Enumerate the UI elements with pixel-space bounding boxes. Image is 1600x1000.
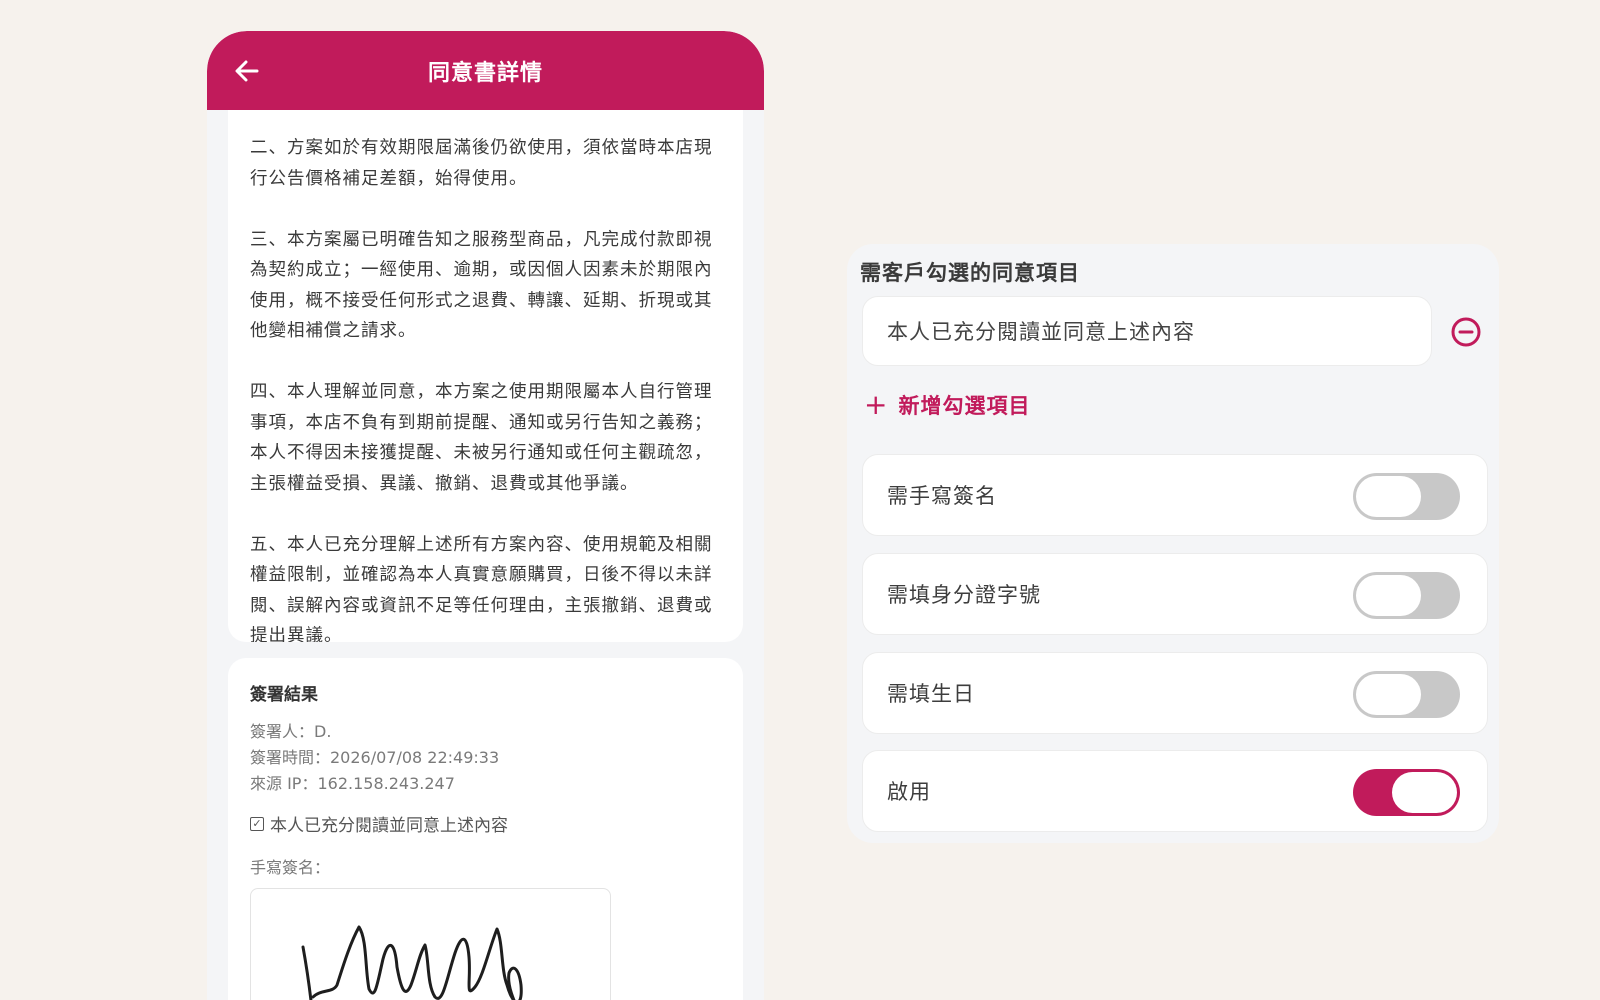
require-birthday-switch[interactable] — [1353, 671, 1460, 718]
terms-paragraph: 二、方案如於有效期限屆滿後仍欲使用，須依當時本店現行公告價格補足差額，始得使用。 — [250, 138, 713, 189]
terms-paragraph: 五、本人已充分理解上述所有方案內容、使用規範及相關權益限制，並確認為本人真實意願… — [250, 534, 713, 643]
require-id-number-switch[interactable] — [1353, 572, 1460, 619]
switch-knob — [1356, 575, 1421, 616]
switch-knob — [1392, 772, 1457, 813]
toggle-row-signature: 需手寫簽名 — [862, 454, 1488, 536]
terms-text: 二、方案如於有效期限屆滿後仍欲使用，須依當時本店現行公告價格補足差額，始得使用。… — [250, 133, 721, 642]
require-signature-switch[interactable] — [1353, 473, 1460, 520]
back-button[interactable] — [229, 53, 265, 89]
signature-label: 手寫簽名： — [250, 858, 331, 877]
toggle-label: 啟用 — [887, 780, 931, 804]
consent-settings-panel: 需客戶勾選的同意項目 本人已充分閱讀並同意上述內容 + 新增勾選項目 需手寫簽名… — [847, 244, 1499, 843]
result-title: 簽署結果 — [250, 685, 318, 705]
handwritten-signature — [301, 925, 523, 1000]
enabled-switch[interactable] — [1353, 769, 1460, 816]
switch-knob — [1356, 476, 1421, 517]
signing-time: 簽署時間：2026/07/08 22:49:33 — [250, 748, 500, 767]
consent-checked-text: 本人已充分閱讀並同意上述內容 — [270, 816, 508, 836]
terms-paragraph: 四、本人理解並同意，本方案之使用期限屬本人自行管理事項，本店不負有到期前提醒、通… — [250, 382, 713, 494]
remove-consent-item-button[interactable] — [1450, 316, 1482, 348]
minus-circle-icon — [1451, 317, 1481, 347]
terms-card[interactable]: 二、方案如於有效期限屆滿後仍欲使用，須依當時本店現行公告價格補足差額，始得使用。… — [228, 71, 743, 642]
toggle-label: 需填生日 — [887, 682, 975, 706]
terms-paragraph: 三、本方案屬已明確告知之服務型商品，凡完成付款即視為契約成立；一經使用、逾期，或… — [250, 229, 713, 342]
checked-box-icon: ✓ — [250, 816, 264, 831]
toggle-row-birthday: 需填生日 — [862, 652, 1488, 734]
switch-knob — [1356, 674, 1421, 715]
add-consent-item-label: 新增勾選項目 — [898, 394, 1031, 418]
section-title: 需客戶勾選的同意項目 — [860, 261, 1080, 285]
source-ip: 來源 IP：162.158.243.247 — [250, 774, 455, 793]
page-title: 同意書詳情 — [427, 60, 543, 86]
signature-image — [250, 888, 611, 1000]
app-header: 同意書詳情 — [207, 31, 764, 110]
signing-result-card: 簽署結果 簽署人：D. 簽署時間：2026/07/08 22:49:33 來源 … — [228, 658, 743, 1000]
toggle-row-id-number: 需填身分證字號 — [862, 553, 1488, 635]
plus-icon: + — [864, 388, 889, 421]
toggle-label: 需填身分證字號 — [887, 583, 1041, 607]
toggle-label: 需手寫簽名 — [887, 484, 997, 508]
consent-detail-screen: 同意書詳情 二、方案如於有效期限屆滿後仍欲使用，須依當時本店現行公告價格補足差額… — [207, 31, 764, 1000]
consent-checked-line: ✓ 本人已充分閱讀並同意上述內容 — [250, 811, 721, 836]
arrow-left-icon — [235, 60, 259, 82]
consent-item-input[interactable]: 本人已充分閱讀並同意上述內容 — [862, 296, 1432, 366]
add-consent-item-button[interactable]: + 新增勾選項目 — [864, 390, 1030, 420]
toggle-row-enabled: 啟用 — [862, 750, 1488, 832]
signer-name: 簽署人：D. — [250, 722, 332, 741]
